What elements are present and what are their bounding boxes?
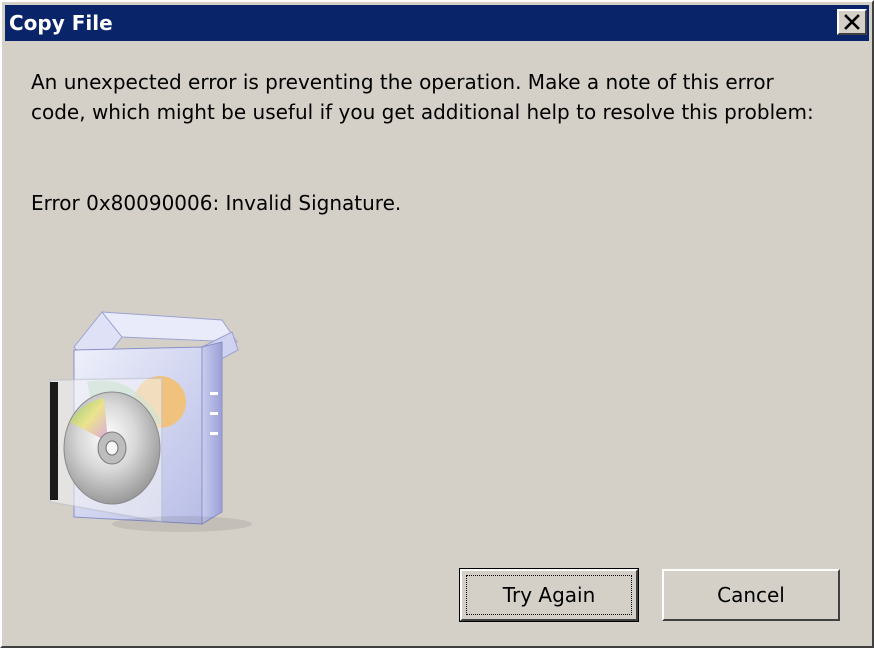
try-again-button[interactable]: Try Again bbox=[459, 568, 639, 622]
cancel-button[interactable]: Cancel bbox=[662, 569, 840, 621]
window-title: Copy File bbox=[9, 11, 113, 35]
software-box-cd-icon bbox=[49, 311, 252, 532]
close-button[interactable] bbox=[837, 9, 867, 35]
close-icon bbox=[844, 14, 860, 30]
error-message: An unexpected error is preventing the op… bbox=[31, 70, 814, 124]
cancel-label: Cancel bbox=[717, 583, 785, 607]
error-code-text: Error 0x80090006: Invalid Signature. bbox=[31, 191, 402, 215]
try-again-label: Try Again bbox=[502, 583, 596, 607]
title-bar[interactable]: Copy File bbox=[5, 5, 869, 41]
copy-file-dialog: Copy File An unexpected error is prevent… bbox=[0, 0, 874, 648]
